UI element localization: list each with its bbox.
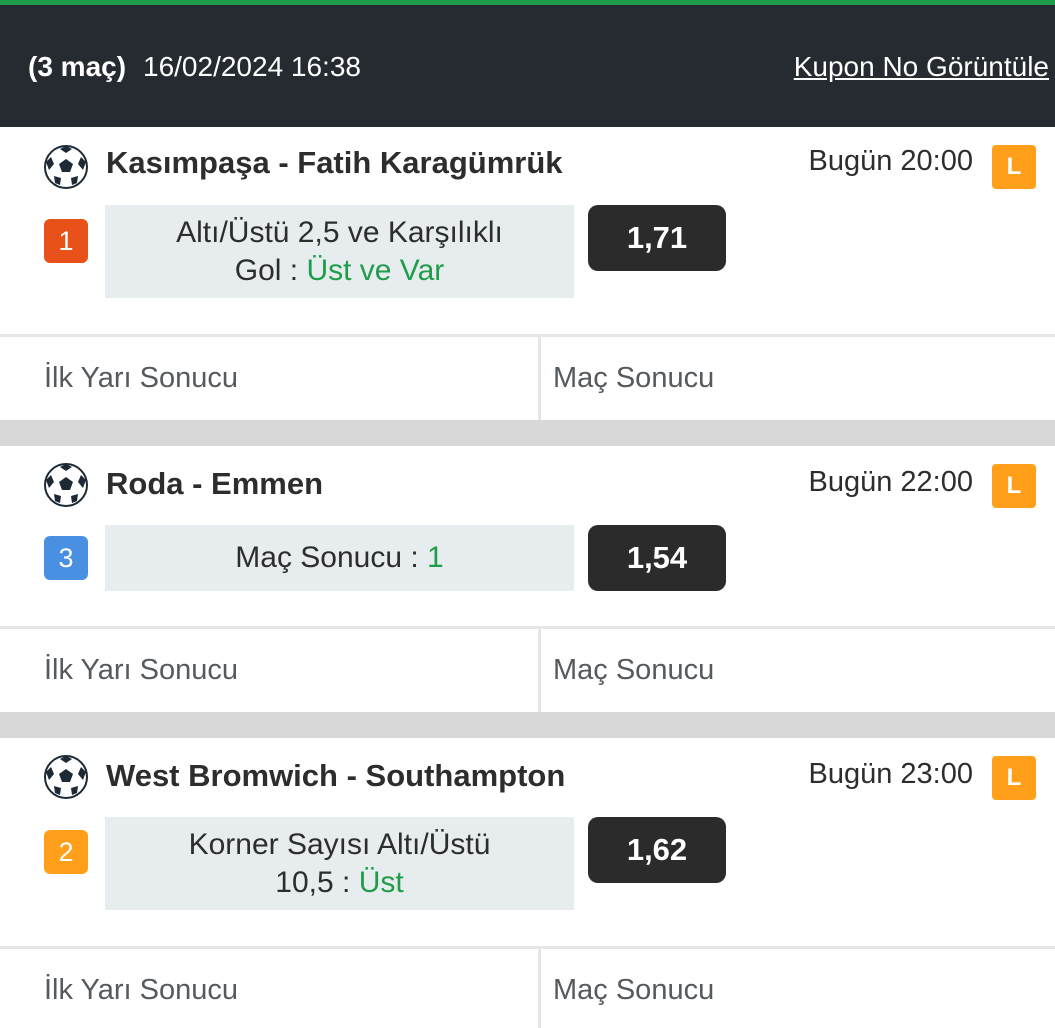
match-time: Bugün 23:00 (808, 758, 973, 790)
tab-divider (538, 337, 541, 420)
bet-market-cont: 10,5 : (275, 865, 359, 899)
odd-button[interactable]: 1,54 (588, 525, 726, 591)
match-card: Kasımpaşa - Fatih Karagümrük Bugün 20:00… (0, 127, 1055, 334)
live-icon: L (992, 145, 1036, 189)
match-time: Bugün 20:00 (808, 145, 973, 177)
live-icon: L (992, 756, 1036, 800)
tab-match-result[interactable]: Maç Sonucu (553, 949, 714, 1028)
match-card: West Bromwich - Southampton Bugün 23:00 … (0, 738, 1055, 946)
match-card: Roda - Emmen Bugün 22:00 L 3 Maç Sonucu … (0, 446, 1055, 626)
result-tabs: İlk Yarı Sonucu Maç Sonucu (0, 334, 1055, 420)
tab-divider (538, 629, 541, 712)
bet-index-badge: 3 (44, 536, 88, 580)
bet-market: Maç Sonucu : (235, 541, 428, 574)
tab-first-half-result[interactable]: İlk Yarı Sonucu (44, 949, 238, 1028)
bet-pick: Üst (358, 865, 404, 899)
section-separator (0, 712, 1055, 738)
tab-first-half-result[interactable]: İlk Yarı Sonucu (44, 629, 238, 712)
coupon-datetime: 16/02/2024 16:38 (143, 51, 361, 82)
match-teams: West Bromwich - Southampton (106, 758, 566, 793)
football-icon (44, 145, 88, 189)
section-separator (0, 420, 1055, 446)
odd-button[interactable]: 1,71 (588, 205, 726, 271)
match-teams: Kasımpaşa - Fatih Karagümrük (106, 145, 563, 180)
view-coupon-link[interactable]: Kupon No Görüntüle (794, 51, 1049, 83)
bet-selection: Korner Sayısı Altı/Üstü 10,5 : Üst (105, 817, 574, 910)
live-icon: L (992, 464, 1036, 508)
match-time: Bugün 22:00 (808, 466, 973, 498)
tab-first-half-result[interactable]: İlk Yarı Sonucu (44, 337, 238, 420)
match-teams: Roda - Emmen (106, 466, 324, 501)
bet-market-cont: Gol : (234, 253, 307, 287)
tab-match-result[interactable]: Maç Sonucu (553, 629, 714, 712)
tab-match-result[interactable]: Maç Sonucu (553, 337, 714, 420)
coupon-header: (3 maç) 16/02/2024 16:38 Kupon No Görünt… (0, 0, 1055, 127)
football-icon (44, 755, 88, 799)
bet-pick: 1 (427, 541, 444, 574)
bet-index-badge: 1 (44, 219, 88, 263)
tab-divider (538, 949, 541, 1028)
bet-selection: Maç Sonucu : 1 (105, 525, 574, 591)
football-icon (44, 463, 88, 507)
bet-market: Altı/Üstü 2,5 ve Karşılıklı (176, 215, 503, 249)
match-count: (3 maç) (28, 51, 127, 82)
bet-selection: Altı/Üstü 2,5 ve Karşılıklı Gol : Üst ve… (105, 205, 574, 298)
bet-pick: Üst ve Var (306, 253, 445, 287)
result-tabs: İlk Yarı Sonucu Maç Sonucu (0, 626, 1055, 712)
bet-market: Korner Sayısı Altı/Üstü (188, 827, 491, 861)
result-tabs: İlk Yarı Sonucu Maç Sonucu (0, 946, 1055, 1028)
bet-index-badge: 2 (44, 830, 88, 874)
odd-button[interactable]: 1,62 (588, 817, 726, 883)
